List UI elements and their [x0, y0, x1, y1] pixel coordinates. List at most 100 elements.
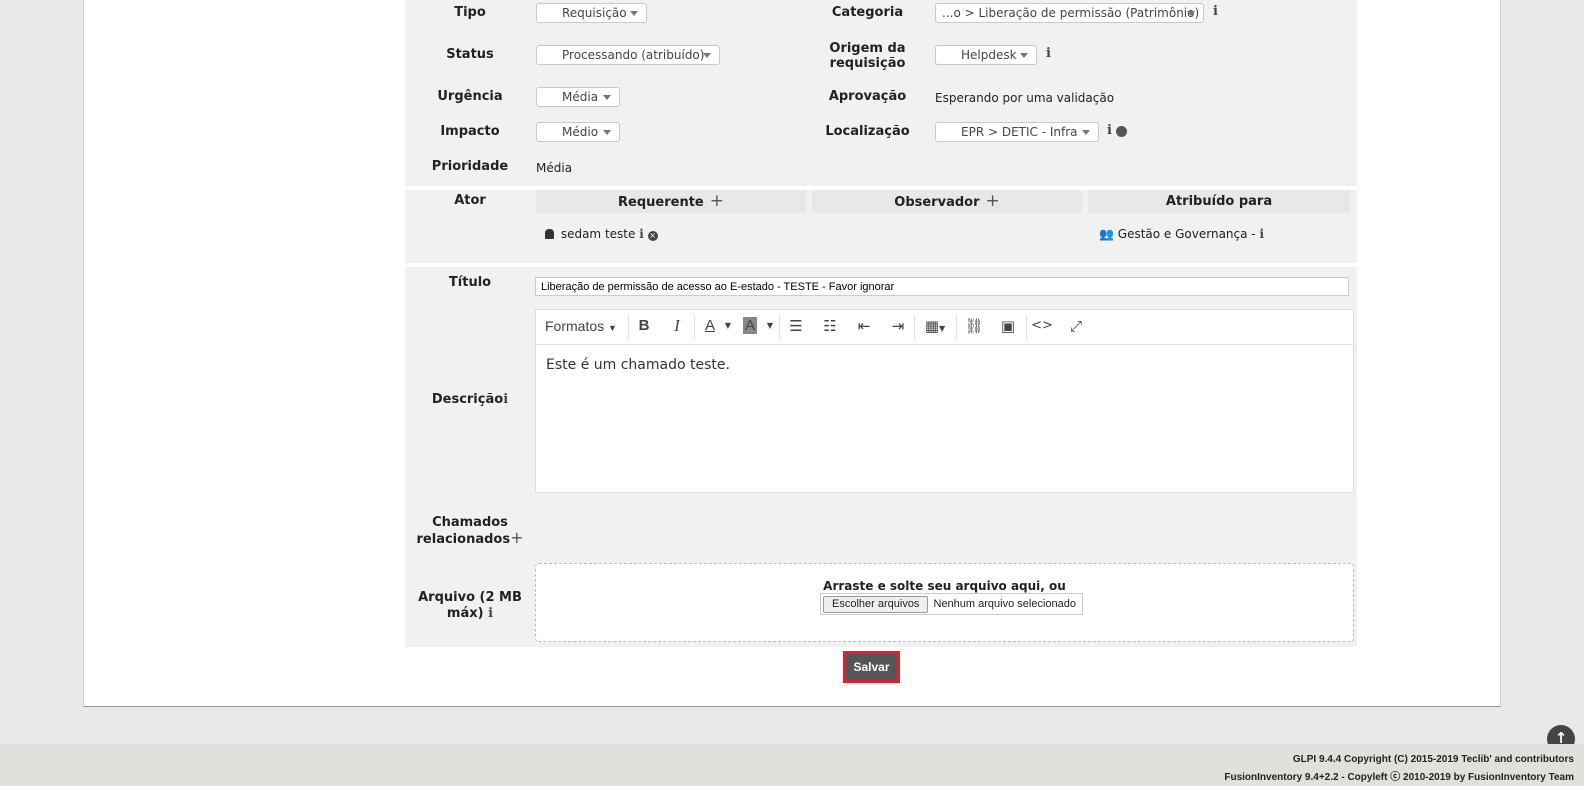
prioridade-value: Média: [536, 161, 573, 175]
chevron-down-icon: [603, 130, 611, 135]
background-color-icon[interactable]: A: [739, 316, 761, 336]
localizacao-value: EPR > DETIC - Infra: [961, 125, 1078, 139]
fullscreen-icon[interactable]: ⤢: [1064, 316, 1088, 336]
toolbar-separator: [1026, 315, 1027, 339]
toolbar-separator: [694, 315, 695, 339]
toolbar-separator: [628, 315, 629, 339]
editor: Formatos ▼ B I A ▼ A ▼ ☰ ☷ ⇤ ⇥ ▦▼ ⛓ ▣ <>…: [535, 309, 1354, 493]
add-requester-icon[interactable]: +: [710, 191, 724, 211]
origem-select[interactable]: Helpdesk: [935, 45, 1037, 65]
impacto-value: Médio: [562, 125, 599, 139]
chevron-down-icon: [703, 53, 711, 58]
info-icon[interactable]: i: [1107, 123, 1112, 138]
editor-content[interactable]: Este é um chamado teste.: [546, 357, 730, 373]
formats-label: Formatos: [545, 318, 605, 334]
requester-name: sedam teste: [560, 227, 636, 241]
observador-label: Observador: [894, 195, 980, 210]
ator-label: Ator: [454, 193, 486, 208]
numbered-list-icon[interactable]: ☷: [818, 316, 842, 336]
urgencia-select[interactable]: Média: [536, 87, 620, 107]
bullet-list-icon[interactable]: ☰: [784, 316, 808, 336]
info-icon[interactable]: i: [503, 392, 508, 407]
info-icon[interactable]: i: [488, 606, 493, 621]
save-button[interactable]: Salvar: [843, 651, 900, 683]
assigned-group-name: Gestão e Governança -: [1117, 227, 1256, 241]
localizacao-label: Localização: [825, 124, 910, 139]
tipo-value: Requisição: [562, 6, 627, 20]
arquivo-text: Arquivo (2 MB máx): [418, 590, 522, 621]
outdent-icon[interactable]: ⇤: [852, 316, 876, 336]
prioridade-label: Prioridade: [431, 159, 509, 174]
titulo-input[interactable]: [535, 277, 1349, 296]
editor-toolbar: Formatos ▼ B I A ▼ A ▼ ☰ ☷ ⇤ ⇥ ▦▼ ⛓ ▣ <>…: [536, 310, 1353, 345]
info-icon[interactable]: i: [1213, 4, 1218, 19]
toolbar-separator: [956, 315, 957, 339]
dropzone-text: Arraste e solte seu arquivo aqui, ou: [823, 579, 1066, 593]
chevron-down-icon[interactable]: ▼: [764, 316, 776, 336]
info-icon[interactable]: i: [1259, 227, 1264, 241]
chevron-down-icon: [1020, 53, 1028, 58]
toolbar-separator: [914, 315, 915, 339]
chevron-down-icon: [1187, 11, 1195, 16]
table-icon[interactable]: ▦▼: [919, 316, 951, 336]
image-icon[interactable]: ▣: [996, 316, 1020, 336]
globe-icon[interactable]: [1116, 126, 1127, 137]
localizacao-select[interactable]: EPR > DETIC - Infra: [935, 122, 1099, 142]
descricao-text: Descrição: [431, 392, 504, 407]
bold-icon[interactable]: B: [632, 316, 656, 336]
aprovacao-label: Aprovação: [828, 89, 907, 104]
observador-header: Observador +: [812, 190, 1082, 213]
source-code-icon[interactable]: <>: [1030, 316, 1054, 336]
remove-icon[interactable]: ×: [647, 231, 658, 241]
italic-icon[interactable]: I: [665, 316, 689, 336]
link-icon[interactable]: ⛓: [962, 316, 986, 336]
aprovacao-value: Esperando por uma validação: [935, 91, 1115, 105]
choose-files-button[interactable]: Escolher arquivos: [823, 596, 929, 613]
group-icon: 👥: [1099, 227, 1114, 241]
origem-value: Helpdesk: [961, 48, 1017, 62]
toolbar-separator: [779, 315, 780, 339]
user-icon: [545, 229, 554, 239]
titulo-label: Título: [448, 275, 492, 290]
tipo-label: Tipo: [454, 5, 486, 20]
file-dropzone[interactable]: Arraste e solte seu arquivo aqui, ou Esc…: [535, 563, 1354, 642]
requester-item: sedam teste i ×: [545, 227, 658, 241]
chevron-down-icon: [603, 95, 611, 100]
footer-line-2: FusionInventory 9.4+2.2 - Copyleft ⓒ 201…: [1224, 772, 1574, 783]
footer-line-1: GLPI 9.4.4 Copyright (C) 2015-2019 Tecli…: [1292, 754, 1574, 765]
arquivo-label: Arquivo (2 MB máx) i: [415, 590, 525, 622]
impacto-select[interactable]: Médio: [536, 122, 620, 142]
assigned-group-item: 👥 Gestão e Governança - i: [1099, 227, 1264, 241]
formats-dropdown[interactable]: Formatos ▼: [545, 318, 617, 334]
indent-icon[interactable]: ⇥: [886, 316, 910, 336]
chamados-text: Chamados relacionados: [416, 515, 511, 547]
descricao-label: Descriçãoi: [415, 392, 525, 407]
categoria-label: Categoria: [831, 5, 904, 20]
urgencia-label: Urgência: [437, 89, 503, 104]
chevron-down-icon: [1082, 130, 1090, 135]
no-file-text: Nenhum arquivo selecionado: [933, 598, 1076, 610]
save-label: Salvar: [853, 660, 890, 674]
chevron-down-icon[interactable]: ▼: [722, 316, 734, 336]
impacto-label: Impacto: [440, 124, 500, 139]
info-icon[interactable]: i: [639, 227, 644, 241]
add-observer-icon[interactable]: +: [985, 191, 999, 211]
tipo-select[interactable]: Requisição: [536, 3, 647, 23]
info-icon[interactable]: i: [1046, 46, 1051, 61]
atribuido-header: Atribuído para: [1088, 190, 1350, 213]
urgencia-value: Média: [562, 90, 599, 104]
chevron-down-icon: ▼: [608, 323, 617, 333]
chamados-label: Chamados relacionados+: [415, 515, 525, 547]
requerente-header: Requerente +: [536, 190, 806, 213]
origem-label: Origem da requisição: [829, 41, 906, 71]
categoria-select[interactable]: ...o > Liberação de permissão (Patrimôni…: [935, 3, 1204, 23]
text-color-icon[interactable]: A: [698, 316, 722, 336]
chevron-down-icon: [630, 11, 638, 16]
add-icon[interactable]: +: [510, 528, 523, 547]
requerente-label: Requerente: [618, 195, 704, 210]
categoria-value: ...o > Liberação de permissão (Patrimôni…: [942, 6, 1200, 20]
status-value: Processando (atribuído): [562, 48, 705, 62]
atribuido-label: Atribuído para: [1165, 194, 1273, 209]
status-select[interactable]: Processando (atribuído): [536, 45, 720, 65]
file-input: Escolher arquivos Nenhum arquivo selecio…: [820, 593, 1083, 615]
